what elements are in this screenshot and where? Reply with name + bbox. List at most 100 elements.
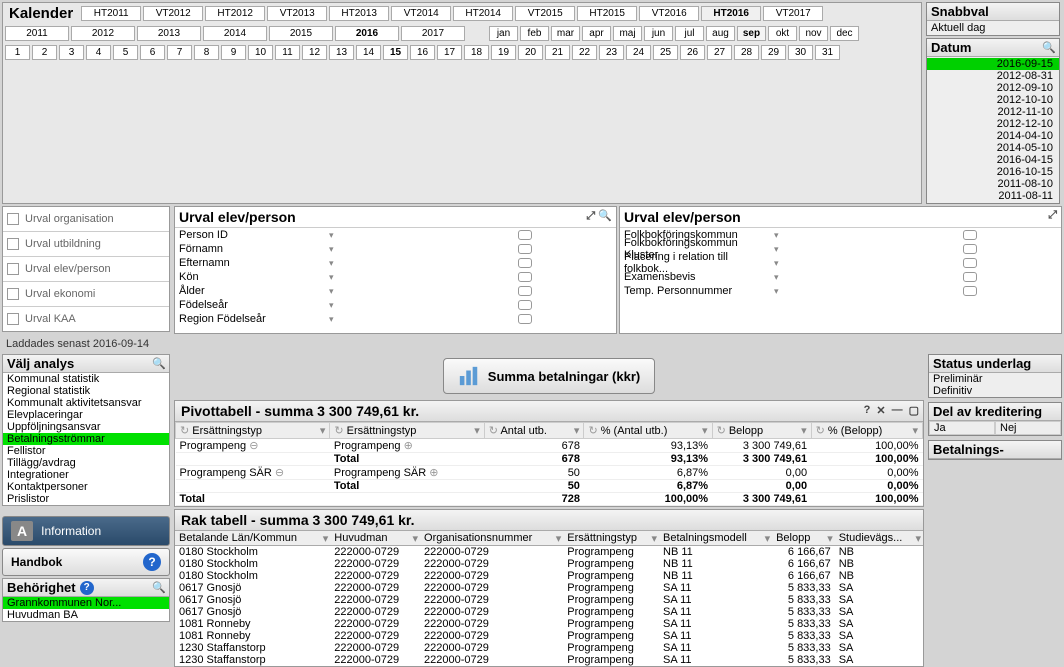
- pivot-col-header[interactable]: ↻ Belopp▾: [712, 423, 811, 439]
- urval-checkbox[interactable]: [518, 300, 532, 310]
- analys-item[interactable]: Elevplaceringar: [3, 409, 169, 421]
- day-cell[interactable]: 2: [32, 45, 57, 60]
- pivot-col-header[interactable]: ↻ Antal utb.▾: [484, 423, 584, 439]
- datum-item[interactable]: 2012-10-10: [927, 94, 1059, 106]
- day-cell[interactable]: 1: [5, 45, 30, 60]
- day-cell[interactable]: 18: [464, 45, 489, 60]
- expand-icon[interactable]: ⤢: [1048, 209, 1057, 221]
- day-cell[interactable]: 20: [518, 45, 543, 60]
- rak-col-header[interactable]: Ersättningstyp▾: [563, 531, 659, 546]
- month-cell[interactable]: feb: [520, 26, 549, 41]
- analys-item[interactable]: Kommunal statistik: [3, 373, 169, 385]
- term-cell[interactable]: VT2017: [763, 6, 823, 21]
- urval-checkbox[interactable]: [963, 272, 977, 282]
- term-cell[interactable]: VT2016: [639, 6, 699, 21]
- rak-row[interactable]: 0617 Gnosjö222000-0729222000-0729Program…: [175, 594, 923, 606]
- dropdown-icon[interactable]: ▾: [774, 286, 784, 297]
- dropdown-icon[interactable]: ▾: [774, 244, 784, 255]
- checkbox-icon[interactable]: [7, 288, 19, 300]
- dropdown-icon[interactable]: ▾: [329, 272, 339, 283]
- month-cell[interactable]: maj: [613, 26, 642, 41]
- urval-checkbox[interactable]: [518, 258, 532, 268]
- year-cell[interactable]: 2015: [269, 26, 333, 41]
- urval-checkbox[interactable]: [518, 314, 532, 324]
- urval-checkbox[interactable]: [518, 272, 532, 282]
- nav-item[interactable]: Urval elev/person: [3, 257, 169, 282]
- day-cell[interactable]: 29: [761, 45, 786, 60]
- rak-row[interactable]: 0180 Stockholm222000-0729222000-0729Prog…: [175, 558, 923, 570]
- rak-col-header[interactable]: Betalande Län/Kommun▾: [175, 531, 330, 546]
- datum-item[interactable]: 2011-08-10: [927, 178, 1059, 190]
- datum-item[interactable]: 2012-12-10: [927, 118, 1059, 130]
- day-cell[interactable]: 25: [653, 45, 678, 60]
- checkbox-icon[interactable]: [7, 238, 19, 250]
- rak-row[interactable]: 0180 Stockholm222000-0729222000-0729Prog…: [175, 546, 923, 559]
- pivot-row[interactable]: Programpeng SÄR ⊖Programpeng SÄR ⊕506,87…: [176, 466, 923, 480]
- rak-row[interactable]: 1230 Staffanstorp222000-0729222000-0729P…: [175, 642, 923, 654]
- day-cell[interactable]: 5: [113, 45, 138, 60]
- day-cell[interactable]: 11: [275, 45, 300, 60]
- term-cell[interactable]: HT2014: [453, 6, 513, 21]
- day-cell[interactable]: 28: [734, 45, 759, 60]
- help-icon[interactable]: ?: [864, 404, 871, 417]
- month-cell[interactable]: mar: [551, 26, 580, 41]
- urval-checkbox[interactable]: [963, 230, 977, 240]
- pivot-row[interactable]: Programpeng ⊖Programpeng ⊕67893,13%3 300…: [176, 439, 923, 453]
- handbok-button[interactable]: Handbok ?: [2, 548, 170, 576]
- term-cell[interactable]: HT2016: [701, 6, 761, 21]
- day-cell[interactable]: 9: [221, 45, 246, 60]
- day-cell[interactable]: 26: [680, 45, 705, 60]
- status-item[interactable]: Preliminär: [929, 373, 1061, 385]
- analys-item[interactable]: Tillägg/avdrag: [3, 457, 169, 469]
- day-cell[interactable]: 15: [383, 45, 408, 60]
- urval-checkbox[interactable]: [518, 244, 532, 254]
- day-cell[interactable]: 19: [491, 45, 516, 60]
- day-cell[interactable]: 17: [437, 45, 462, 60]
- rak-row[interactable]: 0617 Gnosjö222000-0729222000-0729Program…: [175, 582, 923, 594]
- search-icon[interactable]: 🔍: [598, 210, 612, 222]
- urval-checkbox[interactable]: [963, 286, 977, 296]
- rak-row[interactable]: 0180 Stockholm222000-0729222000-0729Prog…: [175, 570, 923, 582]
- urval-checkbox[interactable]: [518, 230, 532, 240]
- pivot-row[interactable]: Total 506,87%0,000,00%: [176, 480, 923, 493]
- nav-item[interactable]: Urval ekonomi: [3, 282, 169, 307]
- day-cell[interactable]: 3: [59, 45, 84, 60]
- information-button[interactable]: A Information: [2, 516, 170, 546]
- datum-item[interactable]: 2016-04-15: [927, 154, 1059, 166]
- summa-button[interactable]: Summa betalningar (kkr): [443, 358, 655, 394]
- analys-item[interactable]: Integrationer: [3, 469, 169, 481]
- status-item[interactable]: Definitiv: [929, 385, 1061, 397]
- month-cell[interactable]: jul: [675, 26, 704, 41]
- pivot-col-header[interactable]: ↻ % (Antal utb.)▾: [584, 423, 712, 439]
- day-cell[interactable]: 23: [599, 45, 624, 60]
- pivot-col-header[interactable]: ↻ % (Belopp)▾: [811, 423, 922, 439]
- rak-table[interactable]: Betalande Län/Kommun▾Huvudman▾Organisati…: [175, 531, 923, 666]
- year-cell[interactable]: 2017: [401, 26, 465, 41]
- rak-row[interactable]: 1081 Ronneby222000-0729222000-0729Progra…: [175, 630, 923, 642]
- behorighet-item[interactable]: Grannkommunen Nor...: [3, 597, 169, 609]
- close-icon[interactable]: ▢: [909, 404, 919, 417]
- year-cell[interactable]: 2011: [5, 26, 69, 41]
- rak-col-header[interactable]: Huvudman▾: [330, 531, 420, 546]
- datum-item[interactable]: 2016-10-15: [927, 166, 1059, 178]
- day-cell[interactable]: 31: [815, 45, 840, 60]
- snabbval-item[interactable]: Aktuell dag: [927, 22, 1059, 34]
- dropdown-icon[interactable]: ▾: [774, 258, 784, 269]
- dropdown-icon[interactable]: ▾: [329, 244, 339, 255]
- delav-nej[interactable]: Nej: [995, 421, 1061, 435]
- help-icon[interactable]: ?: [80, 581, 94, 595]
- day-cell[interactable]: 4: [86, 45, 111, 60]
- urval-checkbox[interactable]: [963, 244, 977, 254]
- day-cell[interactable]: 21: [545, 45, 570, 60]
- datum-item[interactable]: 2011-08-11: [927, 190, 1059, 202]
- month-cell[interactable]: aug: [706, 26, 735, 41]
- year-cell[interactable]: 2013: [137, 26, 201, 41]
- dropdown-icon[interactable]: ▾: [774, 272, 784, 283]
- month-cell[interactable]: apr: [582, 26, 611, 41]
- month-cell[interactable]: dec: [830, 26, 859, 41]
- search-icon[interactable]: 🔍: [152, 581, 166, 594]
- rak-col-header[interactable]: Betalningsmodell▾: [659, 531, 772, 546]
- dropdown-icon[interactable]: ▾: [329, 258, 339, 269]
- analys-item[interactable]: Prislistor: [3, 493, 169, 505]
- term-cell[interactable]: VT2014: [391, 6, 451, 21]
